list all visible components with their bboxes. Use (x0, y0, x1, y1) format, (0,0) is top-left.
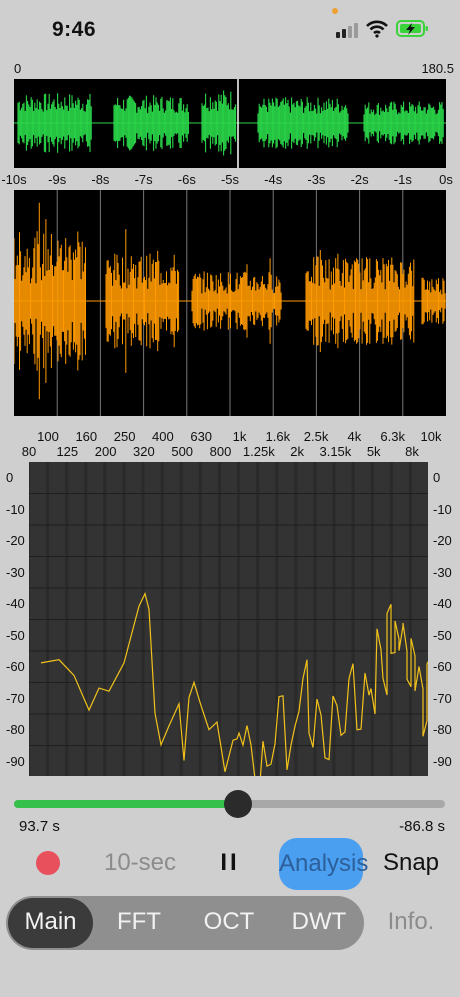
tab-fft[interactable]: FFT (98, 908, 180, 936)
freq-label: 2.5k (303, 429, 329, 444)
db-label: -60 (433, 659, 452, 674)
playback-position: 93.7 s (19, 818, 60, 835)
timeline-axis: -10s -9s -8s -7s -6s -5s -4s -3s -2s -1s 0s (0, 172, 460, 190)
timeline-label: -7s (134, 172, 153, 187)
overview-start-label: 0 (14, 61, 22, 76)
tab-dwt[interactable]: DWT (278, 908, 360, 936)
db-label: -80 (433, 722, 452, 737)
freq-label: 1.25k (242, 444, 275, 459)
db-label: -30 (433, 564, 452, 580)
freq-label: 3.15k (319, 444, 352, 459)
freq-label: 320 (133, 444, 155, 459)
timeline-label: -2s (350, 172, 369, 187)
overview-waveform[interactable] (14, 79, 446, 168)
battery-charging-icon (396, 20, 428, 37)
snap-button[interactable]: Snap (381, 849, 441, 877)
info-button[interactable]: Info. (378, 908, 444, 936)
freq-label: 125 (56, 444, 79, 459)
freq-label: 10k (420, 429, 442, 444)
status-time: 9:46 (52, 18, 97, 41)
freq-label: 200 (94, 444, 117, 459)
pause-button[interactable]: II (210, 849, 250, 877)
zoomed-waveform[interactable] (14, 190, 446, 416)
timeline-label: 0s (439, 172, 453, 187)
overview-end-label: 180.5 (421, 61, 454, 76)
playback-progress (14, 800, 239, 808)
wifi-icon (366, 20, 388, 38)
privacy-indicator-dot (332, 8, 338, 14)
freq-label: 6.3k (380, 429, 405, 444)
freq-label: 100 (37, 429, 59, 444)
freq-label: 8k (405, 444, 419, 459)
analysis-button[interactable]: Analysis (279, 838, 368, 890)
freq-label: 400 (152, 429, 174, 444)
db-label: -50 (433, 627, 452, 643)
timeline-label: -1s (393, 172, 412, 187)
freq-label: 80 (21, 444, 37, 459)
freq-label: 5k (366, 444, 381, 459)
freq-label: 1.6k (265, 429, 291, 444)
db-label: -40 (433, 596, 452, 611)
timeline-label: -8s (91, 172, 110, 187)
tab-oct[interactable]: OCT (188, 908, 270, 936)
tab-main[interactable]: Main (8, 908, 93, 936)
db-label: -90 (433, 753, 452, 769)
db-label: -10 (433, 501, 452, 517)
db-label: -70 (433, 690, 452, 706)
cellular-icon (336, 23, 358, 38)
duration-button[interactable]: 10-sec (100, 849, 180, 877)
freq-label: 2k (290, 444, 304, 459)
playback-slider-thumb[interactable] (224, 790, 253, 818)
frequency-axis: 100 160 250 400 630 1k 1.6k 2.5k 4k 6.3k 10k 80 125 2… (0, 429, 460, 463)
db-label: 0 (433, 470, 441, 485)
timeline-label: -4s (264, 172, 283, 187)
timeline-label: -6s (177, 172, 196, 187)
spectrum-analyzer[interactable] (29, 462, 428, 776)
freq-label: 500 (171, 444, 194, 459)
freq-label: 1k (232, 429, 247, 444)
playback-remaining: -86.8 s (399, 818, 445, 835)
record-button[interactable] (36, 851, 60, 875)
timeline-label: -5s (220, 172, 240, 187)
freq-label: 800 (209, 444, 232, 459)
overview-wave-trace (17, 90, 444, 156)
freq-label: 630 (190, 429, 213, 444)
freq-label: 160 (75, 429, 98, 444)
timeline-label: -10s (1, 172, 27, 187)
db-label: -20 (433, 533, 452, 548)
timeline-label: -3s (307, 172, 326, 187)
timeline-label: -9s (48, 172, 67, 187)
freq-label: 4k (347, 429, 362, 444)
freq-label: 250 (113, 429, 136, 444)
